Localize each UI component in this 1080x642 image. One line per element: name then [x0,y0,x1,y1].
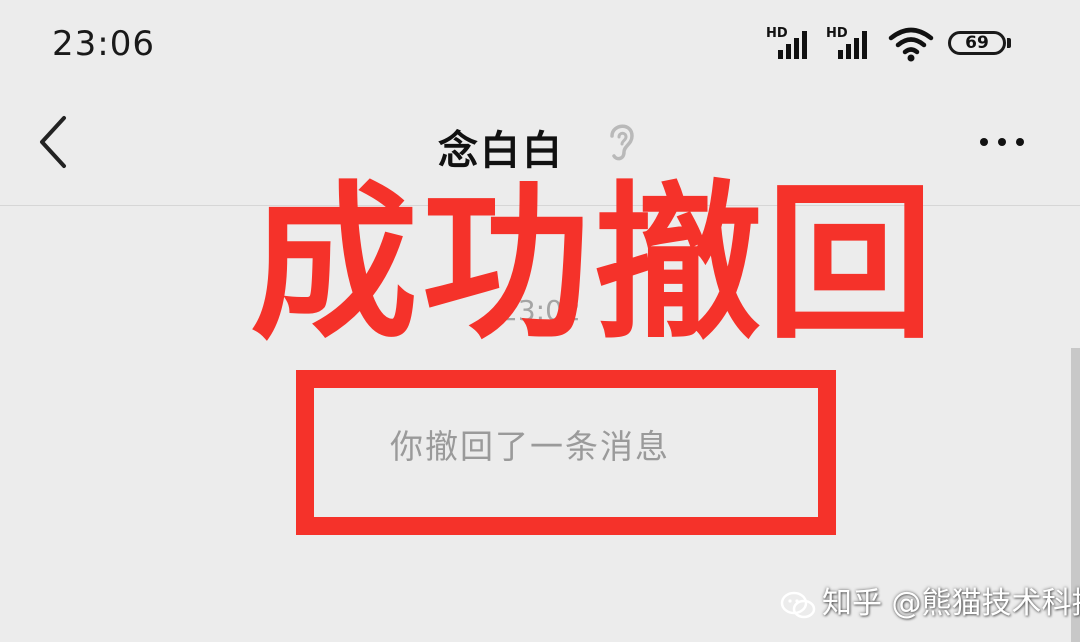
status-time: 23:06 [52,24,155,64]
more-options-button[interactable] [974,126,1034,156]
battery-level: 69 [965,33,989,53]
ear-icon[interactable] [604,118,638,164]
status-bar: 23:06 HD HD 69 [0,0,1080,90]
more-dot [998,138,1006,146]
highlight-box [296,370,836,535]
more-dot [980,138,988,146]
wechat-logo-icon [780,591,816,618]
signal-bars-icon [778,31,807,59]
more-dot [1016,138,1024,146]
success-caption-overlay: 成功撤回 [250,166,938,362]
watermark-text: 知乎 @熊猫技术科技 [822,586,1080,621]
battery-icon: 69 [948,31,1006,55]
chevron-left-icon[interactable] [30,112,80,172]
signal-bars-icon [838,31,867,59]
wifi-icon [888,27,934,62]
watermark: 知乎 @熊猫技术科技 [780,578,1080,622]
battery-tip [1007,38,1011,48]
